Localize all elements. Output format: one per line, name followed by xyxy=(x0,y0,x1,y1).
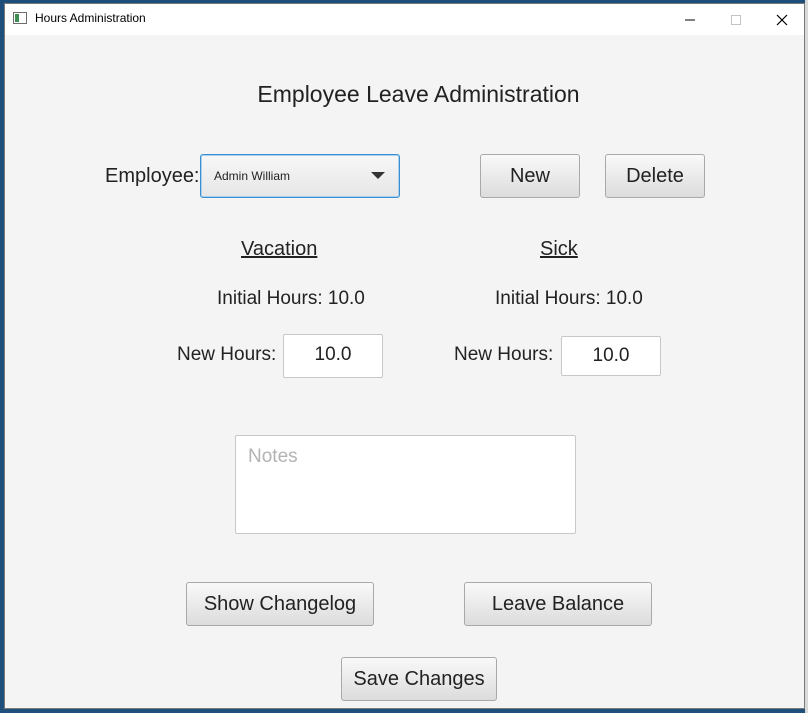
sick-new-hours-label: New Hours: xyxy=(454,344,554,365)
app-window-icon xyxy=(13,12,27,24)
sick-initial-hours: Initial Hours: 10.0 xyxy=(495,288,643,309)
maximize-button[interactable] xyxy=(713,4,759,35)
minimize-button[interactable] xyxy=(667,4,713,35)
save-changes-button[interactable]: Save Changes xyxy=(341,657,497,701)
vacation-initial-hours: Initial Hours: 10.0 xyxy=(217,288,365,309)
notes-textarea[interactable]: Notes xyxy=(235,435,576,534)
close-button[interactable] xyxy=(759,4,805,35)
window-content: Employee Leave Administration Employee: … xyxy=(5,35,804,710)
maximize-icon xyxy=(731,14,741,25)
employee-dropdown[interactable]: Admin William xyxy=(200,154,400,198)
minimize-icon xyxy=(685,19,695,20)
chevron-down-icon xyxy=(371,172,385,179)
sick-header: Sick xyxy=(540,238,578,260)
vacation-new-hours-field[interactable]: 10.0 xyxy=(283,334,383,378)
app-window: Hours Administration Employee Leave Admi… xyxy=(4,3,805,709)
sick-new-hours-field[interactable]: 10.0 xyxy=(561,336,661,376)
leave-balance-button[interactable]: Leave Balance xyxy=(464,582,652,626)
vacation-header: Vacation xyxy=(241,238,318,260)
notes-placeholder: Notes xyxy=(248,446,298,467)
title-bar: Hours Administration xyxy=(5,4,804,35)
show-changelog-button[interactable]: Show Changelog xyxy=(186,582,374,626)
close-icon xyxy=(776,14,788,25)
employee-label: Employee: xyxy=(105,165,200,187)
vacation-new-hours-label: New Hours: xyxy=(177,344,277,365)
page-title: Employee Leave Administration xyxy=(257,81,580,107)
window-title: Hours Administration xyxy=(35,11,146,25)
new-button[interactable]: New xyxy=(480,154,580,198)
delete-button[interactable]: Delete xyxy=(605,154,705,198)
employee-selected-value: Admin William xyxy=(214,169,291,183)
